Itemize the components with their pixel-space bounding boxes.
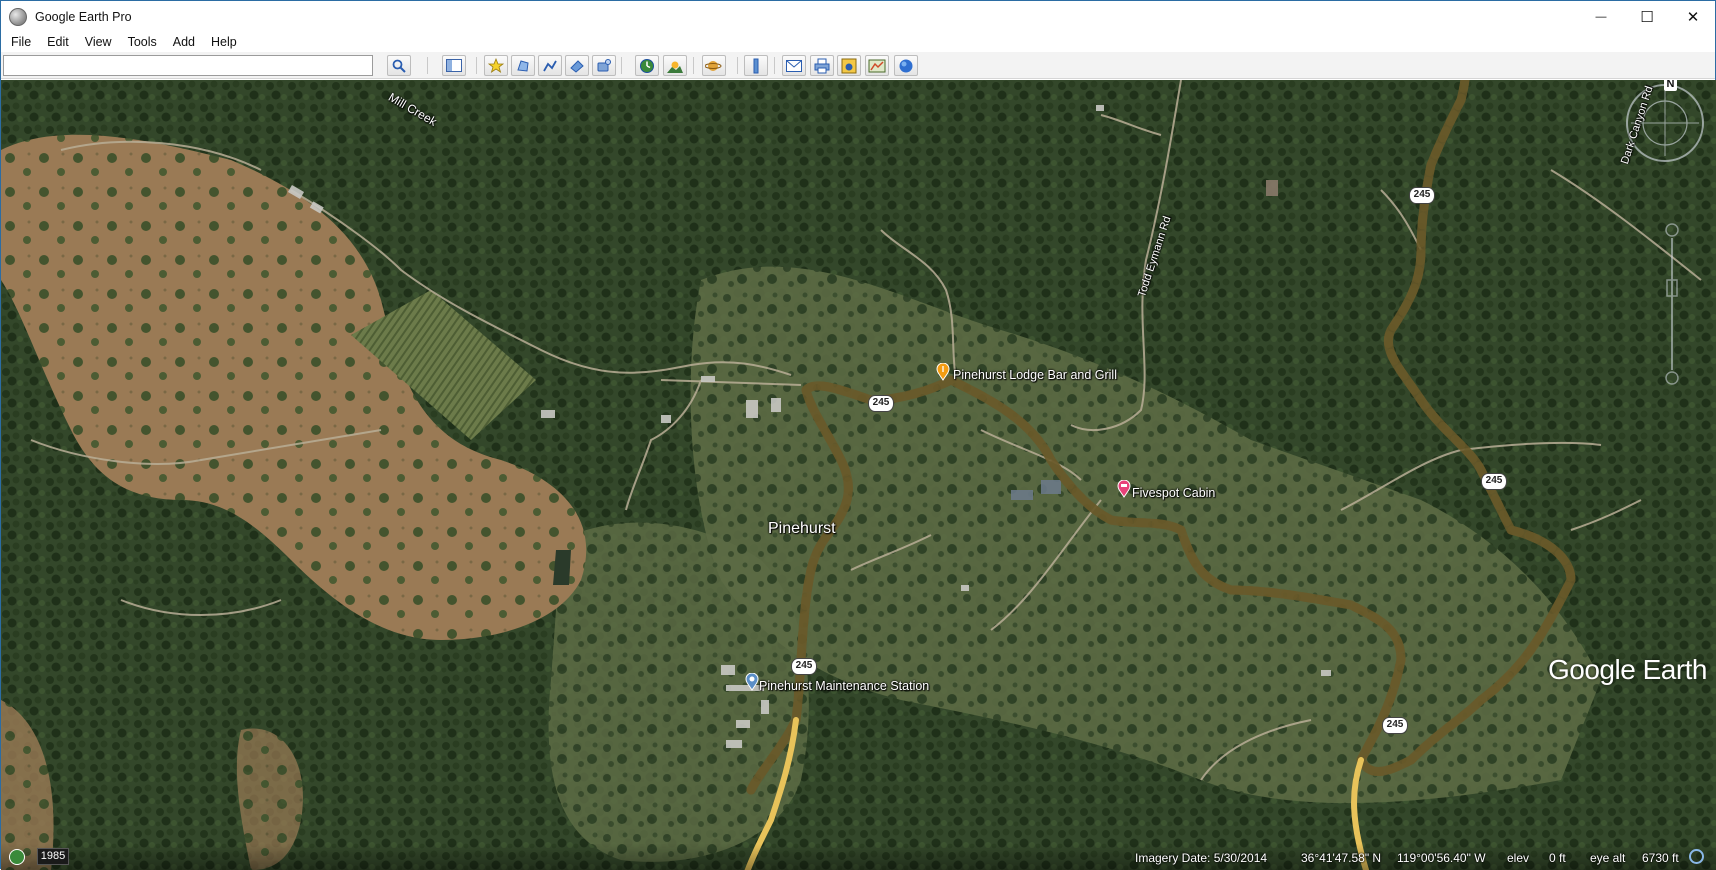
switch-planet-button[interactable]	[702, 55, 726, 76]
print-icon	[814, 58, 830, 73]
placemark-cabin-label[interactable]: Fivespot Cabin	[1132, 486, 1215, 500]
sunlight-icon	[667, 61, 683, 73]
maximize-icon: ☐	[1640, 8, 1654, 26]
map-view[interactable]: N Mill Creek Todd Eymann Rd Dark Canyon …	[1, 80, 1716, 870]
toolbar-separator	[621, 57, 622, 74]
placemark-station-label[interactable]: Pinehurst Maintenance Station	[759, 679, 929, 693]
close-icon: ✕	[1686, 8, 1700, 26]
save-image-icon	[841, 58, 857, 73]
search-icon	[392, 59, 406, 73]
highway-shield: 245	[791, 658, 817, 675]
status-bar: 1985 Imagery Date: 5/30/2014 36°41'47.58…	[1, 844, 1716, 870]
add-polygon-button[interactable]	[511, 55, 535, 76]
minimize-button[interactable]: —	[1578, 1, 1624, 32]
ruler-icon	[753, 58, 759, 73]
menu-view[interactable]: View	[75, 35, 118, 49]
historical-year-badge[interactable]: 1985	[37, 848, 69, 865]
record-tour-icon	[597, 58, 611, 71]
sidebar-toggle-icon	[446, 59, 462, 72]
menu-add[interactable]: Add	[163, 35, 201, 49]
toolbar-separator	[427, 57, 428, 74]
menu-file[interactable]: File	[1, 35, 37, 49]
town-label: Pinehurst	[768, 520, 836, 537]
highway-shield: 245	[1382, 717, 1408, 734]
switch-planet-icon	[705, 60, 722, 71]
satellite-imagery	[1, 80, 1716, 870]
historical-imagery-icon	[640, 58, 654, 73]
imagery-date: Imagery Date: 5/30/2014	[1135, 851, 1268, 865]
add-image-overlay-icon	[570, 59, 584, 73]
search-button[interactable]	[387, 55, 411, 76]
highway-shield: 245	[1481, 473, 1507, 490]
imagery-globe-icon[interactable]	[9, 849, 25, 865]
close-button[interactable]: ✕	[1670, 1, 1716, 32]
menu-edit[interactable]: Edit	[37, 35, 75, 49]
search-input[interactable]	[3, 55, 373, 76]
toolbar-separator	[737, 57, 738, 74]
add-placemark-button[interactable]	[484, 55, 508, 76]
google-earth-icon	[9, 7, 27, 26]
elevation-value: 0 ft	[1549, 851, 1566, 865]
longitude: 119°00'56.40" W	[1397, 851, 1486, 865]
eye-altitude-value: 6730 ft	[1642, 851, 1679, 865]
ruler-button[interactable]	[744, 55, 768, 76]
toolbar-separator	[774, 57, 775, 74]
highway-shield: 245	[1409, 187, 1435, 204]
view-in-maps-icon	[868, 59, 886, 72]
view-in-maps-button[interactable]	[865, 55, 889, 76]
toolbar-separator	[693, 57, 694, 74]
add-image-overlay-button[interactable]	[565, 55, 589, 76]
streaming-progress-icon	[1689, 849, 1704, 864]
add-path-icon	[543, 60, 557, 71]
menu-tools[interactable]: Tools	[118, 35, 163, 49]
building-pin-icon	[745, 673, 759, 691]
elevation-label: elev	[1507, 851, 1530, 865]
earth-globe-button[interactable]	[894, 55, 918, 76]
maximize-button[interactable]: ☐	[1624, 1, 1670, 32]
add-placemark-icon	[488, 57, 504, 73]
email-button[interactable]	[782, 55, 806, 76]
window-title: Google Earth Pro	[35, 9, 132, 24]
sunlight-button[interactable]	[663, 55, 687, 76]
placemark-lodge-label[interactable]: Pinehurst Lodge Bar and Grill	[953, 368, 1117, 382]
menu-help[interactable]: Help	[201, 35, 243, 49]
restaurant-pin-icon	[936, 363, 950, 381]
north-indicator[interactable]: N	[1664, 80, 1677, 91]
title-bar[interactable]: Google Earth Pro — ☐ ✕	[1, 1, 1715, 32]
eye-altitude-label: eye alt	[1590, 851, 1626, 865]
app-window: Google Earth Pro — ☐ ✕ File Edit View To…	[0, 0, 1716, 870]
lodging-pin-icon	[1117, 480, 1131, 498]
record-tour-button[interactable]	[592, 55, 616, 76]
minimize-icon: —	[1595, 10, 1607, 23]
sidebar-toggle-button[interactable]	[442, 55, 466, 76]
historical-imagery-button[interactable]	[635, 55, 659, 76]
google-earth-logo: Google Earth	[1548, 654, 1708, 685]
add-path-button[interactable]	[538, 55, 562, 76]
add-polygon-icon	[517, 59, 529, 72]
save-image-button[interactable]	[837, 55, 861, 76]
earth-globe-icon	[899, 59, 913, 72]
toolbar	[1, 52, 1715, 79]
email-icon	[786, 59, 802, 72]
latitude: 36°41'47.58" N	[1301, 851, 1382, 865]
menu-bar: File Edit View Tools Add Help	[1, 32, 1715, 52]
highway-shield: 245	[868, 395, 894, 412]
print-button[interactable]	[810, 55, 834, 76]
toolbar-separator	[476, 57, 477, 74]
